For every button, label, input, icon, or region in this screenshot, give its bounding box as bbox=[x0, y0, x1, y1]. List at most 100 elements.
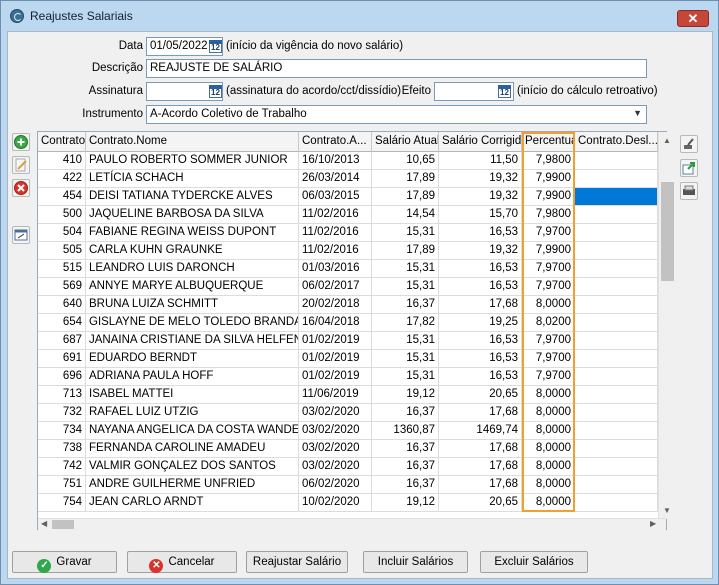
cell-nome[interactable]: EDUARDO BERNDT bbox=[86, 350, 299, 368]
column-header-salario-corrigido[interactable]: Salário Corrigido bbox=[439, 132, 522, 152]
cell-percentual[interactable]: 7,9700 bbox=[522, 224, 575, 242]
vertical-scroll-thumb[interactable] bbox=[661, 182, 674, 281]
cell-desl[interactable] bbox=[575, 350, 658, 368]
cell-corrigido[interactable]: 16,53 bbox=[439, 368, 522, 386]
cell-corrigido[interactable]: 17,68 bbox=[439, 404, 522, 422]
cell-percentual[interactable]: 7,9700 bbox=[522, 350, 575, 368]
cell-atual[interactable]: 19,12 bbox=[372, 386, 439, 404]
cell-contrato[interactable]: 751 bbox=[38, 476, 86, 494]
cell-corrigido[interactable]: 17,68 bbox=[439, 476, 522, 494]
cell-percentual[interactable]: 8,0200 bbox=[522, 314, 575, 332]
cell-admissao[interactable]: 11/02/2016 bbox=[299, 206, 372, 224]
cell-desl[interactable] bbox=[575, 476, 658, 494]
cell-nome[interactable]: FERNANDA CAROLINE AMADEU bbox=[86, 440, 299, 458]
cell-atual[interactable]: 1360,87 bbox=[372, 422, 439, 440]
tools-button[interactable] bbox=[680, 135, 698, 153]
cell-nome[interactable]: LEANDRO LUIS DARONCH bbox=[86, 260, 299, 278]
cell-desl[interactable] bbox=[575, 422, 658, 440]
cell-nome[interactable]: GISLAYNE DE MELO TOLEDO BRANDAO bbox=[86, 314, 299, 332]
cell-percentual[interactable]: 7,9800 bbox=[522, 152, 575, 170]
cell-nome[interactable]: JANAINA CRISTIANE DA SILVA HELFENSTEIN bbox=[86, 332, 299, 350]
cell-percentual[interactable]: 8,0000 bbox=[522, 440, 575, 458]
cell-nome[interactable]: RAFAEL LUIZ UTZIG bbox=[86, 404, 299, 422]
cell-atual[interactable]: 17,82 bbox=[372, 314, 439, 332]
cell-nome[interactable]: DEISI TATIANA TYDERCKE ALVES bbox=[86, 188, 299, 206]
cell-contrato[interactable]: 734 bbox=[38, 422, 86, 440]
cell-atual[interactable]: 15,31 bbox=[372, 278, 439, 296]
cell-corrigido[interactable]: 20,65 bbox=[439, 494, 522, 512]
cell-percentual[interactable]: 7,9700 bbox=[522, 332, 575, 350]
cell-admissao[interactable]: 03/02/2020 bbox=[299, 440, 372, 458]
gravar-button[interactable]: ✓ Gravar bbox=[12, 551, 117, 573]
cell-desl[interactable] bbox=[575, 332, 658, 350]
cell-percentual[interactable]: 7,9800 bbox=[522, 206, 575, 224]
cell-admissao[interactable]: 11/02/2016 bbox=[299, 224, 372, 242]
cell-contrato[interactable]: 754 bbox=[38, 494, 86, 512]
cell-contrato[interactable]: 742 bbox=[38, 458, 86, 476]
cell-atual[interactable]: 17,89 bbox=[372, 188, 439, 206]
cell-atual[interactable]: 17,89 bbox=[372, 242, 439, 260]
cancelar-button[interactable]: ✕ Cancelar bbox=[127, 551, 237, 573]
cell-desl[interactable] bbox=[575, 296, 658, 314]
column-header-admissao[interactable]: Contrato.A... bbox=[299, 132, 372, 152]
print-button[interactable] bbox=[680, 182, 698, 200]
table-row[interactable]: 654 GISLAYNE DE MELO TOLEDO BRANDAO 16/04/… bbox=[38, 314, 658, 332]
cell-atual[interactable]: 15,31 bbox=[372, 260, 439, 278]
cell-atual[interactable]: 16,37 bbox=[372, 476, 439, 494]
cell-admissao[interactable]: 01/02/2019 bbox=[299, 350, 372, 368]
cell-percentual[interactable]: 8,0000 bbox=[522, 386, 575, 404]
cell-contrato[interactable]: 410 bbox=[38, 152, 86, 170]
add-row-button[interactable] bbox=[12, 133, 30, 151]
cell-desl[interactable] bbox=[575, 386, 658, 404]
cell-nome[interactable]: LETÍCIA SCHACH bbox=[86, 170, 299, 188]
cell-atual[interactable]: 14,54 bbox=[372, 206, 439, 224]
cell-desl[interactable] bbox=[575, 440, 658, 458]
cell-nome[interactable]: ANDRE GUILHERME UNFRIED bbox=[86, 476, 299, 494]
cell-desl[interactable] bbox=[575, 314, 658, 332]
cell-admissao[interactable]: 01/03/2016 bbox=[299, 260, 372, 278]
table-row[interactable]: 732 RAFAEL LUIZ UTZIG 03/02/2020 16,37 17,68… bbox=[38, 404, 658, 422]
cell-contrato[interactable]: 687 bbox=[38, 332, 86, 350]
cell-admissao[interactable]: 11/02/2016 bbox=[299, 242, 372, 260]
excluir-button[interactable]: Excluir Salários bbox=[480, 551, 588, 573]
cell-admissao[interactable]: 11/06/2019 bbox=[299, 386, 372, 404]
column-header-desligamento[interactable]: Contrato.Desl... bbox=[575, 132, 658, 152]
cell-nome[interactable]: ADRIANA PAULA HOFF bbox=[86, 368, 299, 386]
cell-corrigido[interactable]: 16,53 bbox=[439, 278, 522, 296]
cell-atual[interactable]: 15,31 bbox=[372, 332, 439, 350]
cell-corrigido[interactable]: 15,70 bbox=[439, 206, 522, 224]
cell-nome[interactable]: ANNYE MARYE ALBUQUERQUE bbox=[86, 278, 299, 296]
cell-nome[interactable]: VALMIR GONÇALEZ DOS SANTOS bbox=[86, 458, 299, 476]
cell-contrato[interactable]: 691 bbox=[38, 350, 86, 368]
cell-admissao[interactable]: 16/10/2013 bbox=[299, 152, 372, 170]
cell-atual[interactable]: 16,37 bbox=[372, 458, 439, 476]
cell-nome[interactable]: PAULO ROBERTO SOMMER JUNIOR bbox=[86, 152, 299, 170]
cell-corrigido[interactable]: 20,65 bbox=[439, 386, 522, 404]
scroll-up-icon[interactable]: ▲ bbox=[663, 136, 671, 145]
cell-nome[interactable]: JAQUELINE BARBOSA DA SILVA bbox=[86, 206, 299, 224]
table-row[interactable]: 696 ADRIANA PAULA HOFF 01/02/2019 15,31 16,5… bbox=[38, 368, 658, 386]
scroll-right-icon[interactable]: ▶ bbox=[650, 519, 656, 528]
cell-corrigido[interactable]: 16,53 bbox=[439, 350, 522, 368]
table-row[interactable]: 515 LEANDRO LUIS DARONCH 01/03/2016 15,31 16… bbox=[38, 260, 658, 278]
cell-contrato[interactable]: 713 bbox=[38, 386, 86, 404]
salary-grid[interactable]: Contrato Contrato.Nome Contrato.A... Sal… bbox=[37, 131, 675, 530]
cell-corrigido[interactable]: 16,53 bbox=[439, 260, 522, 278]
cell-nome[interactable]: BRUNA LUIZA SCHMITT bbox=[86, 296, 299, 314]
cell-admissao[interactable]: 03/02/2020 bbox=[299, 404, 372, 422]
cell-contrato[interactable]: 500 bbox=[38, 206, 86, 224]
cell-nome[interactable]: CARLA KUHN GRAUNKE bbox=[86, 242, 299, 260]
table-row[interactable]: 422 LETÍCIA SCHACH 26/03/2014 17,89 19,32 7,9… bbox=[38, 170, 658, 188]
cell-nome[interactable]: ISABEL MATTEI bbox=[86, 386, 299, 404]
cell-desl[interactable] bbox=[575, 242, 658, 260]
cell-corrigido[interactable]: 16,53 bbox=[439, 224, 522, 242]
cell-contrato[interactable]: 422 bbox=[38, 170, 86, 188]
cell-contrato[interactable]: 640 bbox=[38, 296, 86, 314]
cell-corrigido[interactable]: 19,25 bbox=[439, 314, 522, 332]
efeito-calendar-icon[interactable]: 12 bbox=[498, 85, 511, 98]
scroll-left-icon[interactable]: ◀ bbox=[41, 519, 47, 528]
edit-row-button[interactable] bbox=[12, 156, 30, 174]
cell-corrigido[interactable]: 19,32 bbox=[439, 188, 522, 206]
cell-corrigido[interactable]: 17,68 bbox=[439, 458, 522, 476]
cell-corrigido[interactable]: 11,50 bbox=[439, 152, 522, 170]
